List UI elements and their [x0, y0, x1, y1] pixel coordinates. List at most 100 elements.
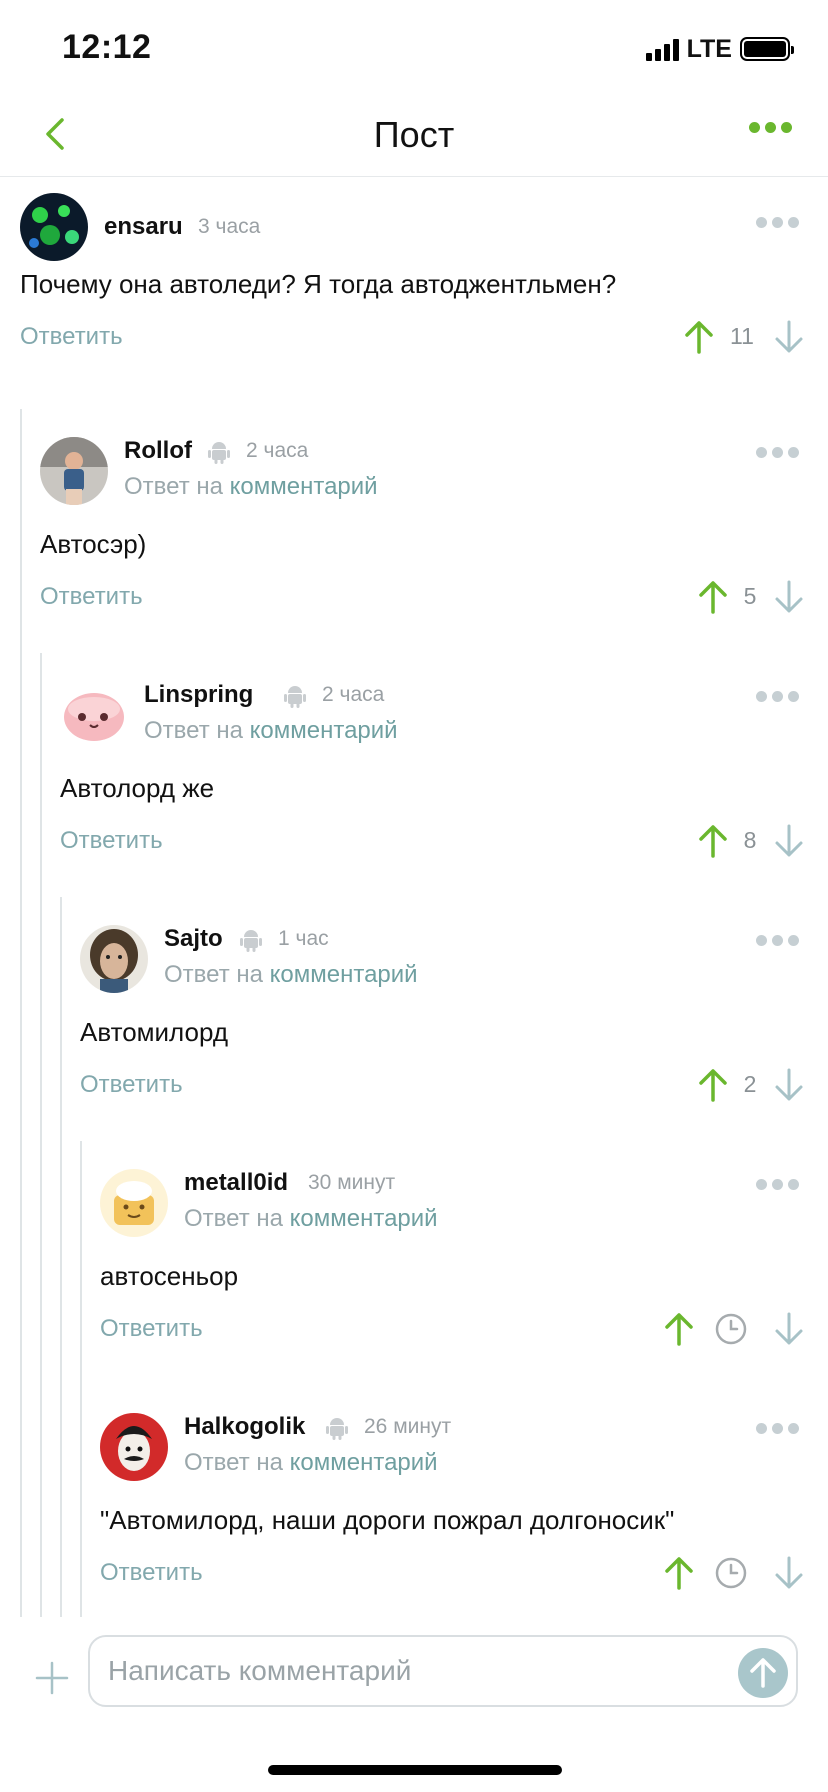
arrow-down-icon[interactable] [772, 1311, 806, 1347]
comment-more-button[interactable] [756, 447, 799, 458]
comment-author[interactable]: Sajto [164, 925, 223, 953]
send-arrow-icon [750, 1658, 776, 1688]
reply-to-link[interactable]: комментарий [230, 473, 378, 500]
comment-author[interactable]: Rollof [124, 437, 192, 465]
reply-to-link[interactable]: комментарий [290, 1449, 438, 1476]
arrow-up-icon[interactable] [696, 1067, 730, 1103]
comment-author[interactable]: ensaru [104, 213, 183, 241]
comment-author[interactable]: metall0id [184, 1169, 288, 1197]
home-indicator [268, 1765, 562, 1775]
more-icon [756, 691, 767, 702]
comment-time: 30 минут [308, 1171, 396, 1194]
comment-score: 2 [743, 1071, 757, 1097]
android-icon [240, 930, 262, 952]
avatar[interactable] [100, 1413, 168, 1481]
comment: Rollof 2 часа Ответ на комментарий Автос… [40, 437, 808, 637]
more-icon [756, 1423, 767, 1434]
reply-to-label: Ответ на [184, 1205, 283, 1232]
arrow-up-icon[interactable] [662, 1311, 696, 1347]
arrow-up-icon[interactable] [682, 319, 716, 355]
android-icon [208, 442, 230, 464]
reply-to-label: Ответ на [124, 473, 223, 500]
thread-line [20, 409, 22, 1617]
comment-time: 2 часа [322, 683, 385, 706]
more-icon [749, 122, 760, 133]
status-time: 12:12 [62, 28, 152, 66]
arrow-up-icon[interactable] [696, 579, 730, 615]
arrow-down-icon[interactable] [772, 579, 806, 615]
comment-more-button[interactable] [756, 1179, 799, 1190]
comment: metall0id 30 минут Ответ на комментарий … [100, 1169, 808, 1369]
comment-score: 11 [730, 323, 754, 349]
plus-icon[interactable] [34, 1660, 70, 1696]
thread-line [40, 653, 42, 1617]
comment-author[interactable]: Halkogolik [184, 1413, 305, 1441]
comment-score: 8 [743, 827, 757, 853]
comment-score: 5 [743, 583, 757, 609]
more-icon [756, 1179, 767, 1190]
more-button[interactable] [749, 122, 792, 133]
reply-button[interactable]: Ответить [40, 583, 143, 611]
avatar[interactable] [80, 925, 148, 993]
arrow-down-icon[interactable] [772, 319, 806, 355]
comment: ensaru 3 часа Почему она автоледи? Я тог… [20, 193, 808, 393]
battery-icon [740, 37, 794, 61]
nav-bar: Пост [0, 100, 828, 177]
signal-icon [645, 37, 679, 61]
comment-time: 1 час [278, 927, 329, 950]
reply-to: Ответ на комментарий [164, 961, 418, 989]
comment-feed[interactable]: ensaru 3 часа Почему она автоледи? Я тог… [0, 177, 828, 1617]
more-icon [756, 935, 767, 946]
arrow-down-icon[interactable] [772, 1555, 806, 1591]
arrow-down-icon[interactable] [772, 1067, 806, 1103]
arrow-up-icon[interactable] [662, 1555, 696, 1591]
more-icon [756, 217, 767, 228]
status-indicators: LTE [645, 34, 794, 64]
reply-button[interactable]: Ответить [60, 827, 163, 855]
reply-to-label: Ответ на [144, 717, 243, 744]
reply-to-label: Ответ на [164, 961, 263, 988]
reply-button[interactable]: Ответить [80, 1071, 183, 1099]
comment-more-button[interactable] [756, 1423, 799, 1434]
comment-more-button[interactable] [756, 691, 799, 702]
comment-author[interactable]: Linspring [144, 681, 253, 709]
comment-text: автосеньор [100, 1261, 239, 1291]
page-title: Пост [373, 114, 455, 155]
comment-text: Почему она автоледи? Я тогда автоджентль… [20, 269, 617, 299]
clock-icon [715, 1313, 747, 1345]
reply-to: Ответ на комментарий [144, 717, 398, 745]
comment-composer [0, 1620, 828, 1730]
reply-to-link[interactable]: комментарий [250, 717, 398, 744]
reply-button[interactable]: Ответить [20, 323, 123, 351]
comment-text: Автосэр) [40, 529, 147, 559]
comment: Sajto 1 час Ответ на комментарий Автомил… [80, 925, 808, 1125]
reply-to: Ответ на комментарий [184, 1449, 438, 1477]
reply-to: Ответ на комментарий [184, 1205, 438, 1233]
comment-input[interactable] [88, 1635, 798, 1707]
avatar[interactable] [20, 193, 88, 261]
comment-time: 26 минут [364, 1415, 452, 1438]
reply-button[interactable]: Ответить [100, 1559, 203, 1587]
comment-time: 3 часа [198, 215, 261, 238]
arrow-down-icon[interactable] [772, 823, 806, 859]
avatar[interactable] [60, 681, 128, 749]
comment-more-button[interactable] [756, 935, 799, 946]
reply-button[interactable]: Ответить [100, 1315, 203, 1343]
clock-icon [715, 1557, 747, 1589]
arrow-up-icon[interactable] [696, 823, 730, 859]
more-icon [756, 447, 767, 458]
reply-to-link[interactable]: комментарий [290, 1205, 438, 1232]
reply-to: Ответ на комментарий [124, 473, 378, 501]
android-icon [284, 686, 306, 708]
thread-line [80, 1141, 82, 1617]
comment-time: 2 часа [246, 439, 309, 462]
comment-text: Автомилорд [80, 1017, 229, 1047]
comment-text: Автолорд же [60, 773, 215, 803]
avatar[interactable] [40, 437, 108, 505]
avatar[interactable] [100, 1169, 168, 1237]
send-button[interactable] [738, 1648, 788, 1698]
reply-to-link[interactable]: комментарий [270, 961, 418, 988]
android-icon [326, 1418, 348, 1440]
reply-to-label: Ответ на [184, 1449, 283, 1476]
comment-more-button[interactable] [756, 217, 799, 228]
